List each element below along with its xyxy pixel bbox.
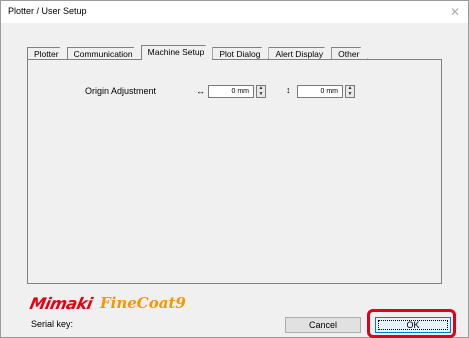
logo-brand: Mimaki bbox=[27, 293, 95, 313]
origin-x-field[interactable]: 0 mm bbox=[208, 85, 254, 98]
origin-y-stepper[interactable]: ▲ ▼ bbox=[345, 85, 355, 98]
vertical-arrow-icon: ↕ bbox=[286, 85, 291, 95]
stepper-down-icon[interactable]: ▼ bbox=[346, 91, 354, 98]
title-bar: Plotter / User Setup ✕ bbox=[1, 1, 468, 23]
logo-product: FineCoat9 bbox=[100, 294, 186, 312]
cancel-button[interactable]: Cancel bbox=[285, 317, 361, 333]
origin-y-field[interactable]: 0 mm bbox=[297, 85, 343, 98]
origin-adjustment-label: Origin Adjustment bbox=[85, 86, 157, 96]
mimaki-finecoat-logo: Mimaki FineCoat9 bbox=[27, 293, 186, 313]
close-icon[interactable]: ✕ bbox=[442, 1, 468, 23]
window-title: Plotter / User Setup bbox=[8, 6, 87, 16]
horizontal-arrow-icon: ↔ bbox=[196, 86, 205, 96]
serial-key-label: Serial key: bbox=[31, 319, 74, 329]
stepper-down-icon[interactable]: ▼ bbox=[257, 91, 265, 98]
tab-strip: Plotter Communication Machine Setup Plot… bbox=[27, 45, 367, 60]
origin-x-stepper[interactable]: ▲ ▼ bbox=[256, 85, 266, 98]
ok-highlight-annotation bbox=[367, 309, 456, 338]
tab-machine-setup[interactable]: Machine Setup bbox=[141, 45, 214, 60]
